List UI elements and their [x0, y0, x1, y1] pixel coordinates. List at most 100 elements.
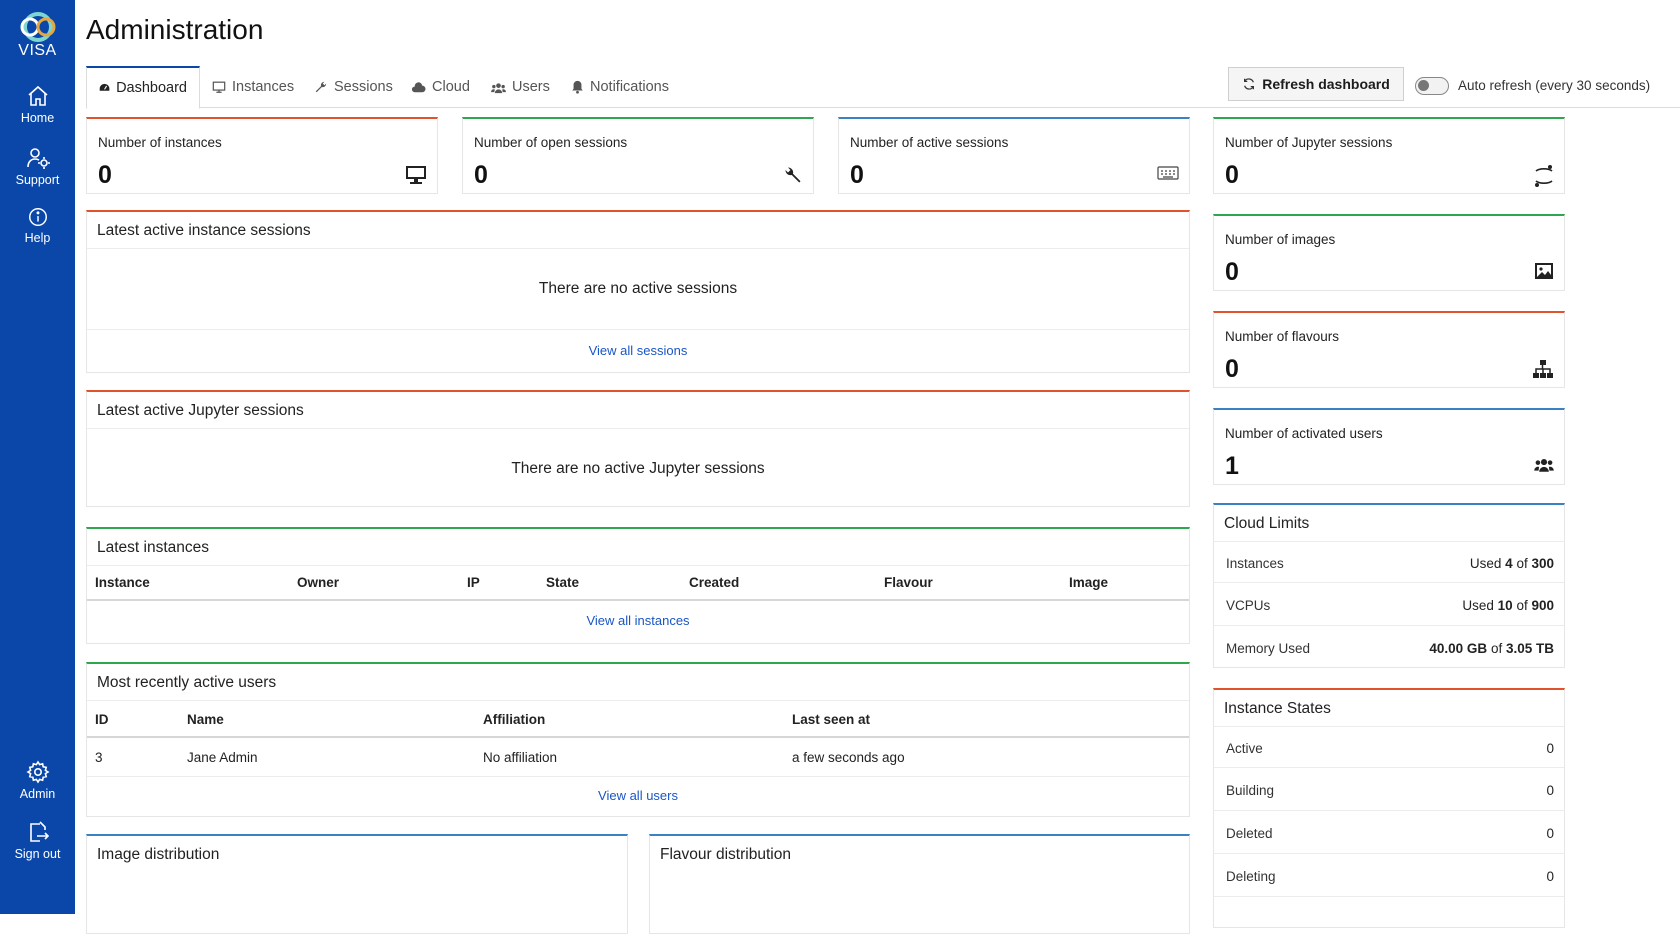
monitor-icon [406, 166, 426, 184]
view-all-users-link[interactable]: View all users [87, 788, 1189, 803]
column-header[interactable]: Instance [95, 575, 150, 590]
section-title: Latest active instance sessions [97, 222, 311, 239]
tab-notifications[interactable]: Notifications [559, 66, 681, 108]
of-word: of [1490, 641, 1503, 656]
auto-refresh-label: Auto refresh (every 30 seconds) [1458, 78, 1651, 93]
stat-card-images: Number of images 0 [1213, 214, 1565, 291]
sidebar-item-label: Admin [19, 787, 56, 801]
section-title: Latest active Jupyter sessions [97, 402, 304, 419]
jupyter-icon [1534, 165, 1553, 187]
cloud-limit-row: Memory Used 40.00 GB of 3.05 TB [1214, 627, 1564, 669]
instance-state-label: Deleting [1226, 869, 1276, 884]
instance-state-value: 0 [1546, 869, 1554, 884]
visa-logo[interactable]: VISA [0, 12, 75, 60]
column-header[interactable]: State [546, 575, 579, 590]
column-header[interactable]: Owner [297, 575, 339, 590]
used-value: 40.00 GB [1429, 641, 1488, 656]
tab-dashboard[interactable]: Dashboard [86, 66, 200, 109]
sign-out-icon [29, 821, 49, 842]
logo-text: VISA [18, 42, 57, 59]
tab-instances[interactable]: Instances [200, 66, 306, 108]
stat-value: 1 [1225, 452, 1239, 480]
refresh-dashboard-button[interactable]: Refresh dashboard [1228, 67, 1404, 101]
column-header[interactable]: Created [689, 575, 739, 590]
bell-icon [572, 80, 583, 94]
cloud-limit-label: Instances [1226, 556, 1284, 571]
sidebar-item-help[interactable]: Help [0, 206, 75, 245]
instance-state-label: Active [1226, 741, 1263, 756]
sidebar-item-support[interactable]: Support [0, 146, 75, 187]
sidebar-item-admin[interactable]: Admin [0, 760, 75, 801]
tab-label: Notifications [590, 79, 669, 95]
user-name: Jane Admin [187, 750, 258, 765]
image-icon [1535, 263, 1553, 279]
user-last-seen: a few seconds ago [792, 750, 905, 765]
tab-cloud[interactable]: Cloud [399, 66, 482, 108]
active-sessions-panel: Latest active instance sessions There ar… [86, 210, 1190, 373]
users-icon [491, 82, 506, 93]
divider [87, 776, 1189, 777]
instance-state-row: Building 0 [1214, 769, 1564, 811]
column-header[interactable]: ID [95, 712, 109, 727]
keyboard-icon [1157, 166, 1179, 180]
sidebar-item-sign-out[interactable]: Sign out [0, 820, 75, 861]
tab-sessions[interactable]: Sessions [302, 66, 405, 108]
tab-label: Users [512, 79, 550, 95]
column-header[interactable]: IP [467, 575, 480, 590]
flavour-distribution-panel: Flavour distribution [649, 834, 1190, 934]
cloud-limits-panel: Cloud Limits Instances Used 4 of 300 VCP… [1213, 503, 1565, 668]
column-header[interactable]: Last seen at [792, 712, 870, 727]
instance-states-panel: Instance States Active 0 Building 0 Dele… [1213, 688, 1565, 928]
stat-card-activated-users: Number of activated users 1 [1213, 408, 1565, 485]
stat-card-instances: Number of instances 0 [86, 117, 438, 194]
used-word: Used [1462, 598, 1494, 613]
stat-title: Number of images [1225, 232, 1336, 247]
monitor-icon [212, 81, 226, 93]
sidebar-item-home[interactable]: Home [0, 84, 75, 125]
latest-instances-panel: Latest instances Instance Owner IP State… [86, 527, 1190, 644]
used-word: Used [1469, 556, 1502, 571]
tab-users[interactable]: Users [479, 66, 562, 108]
tab-label: Cloud [432, 79, 470, 95]
empty-message: There are no active sessions [538, 280, 738, 297]
recent-users-panel: Most recently active users ID Name Affil… [86, 662, 1190, 817]
page-title: Administration [86, 14, 264, 45]
sidebar-item-label: Support [15, 173, 60, 187]
cloud-limit-value: Used 4 of 300 [1470, 556, 1554, 571]
divider [87, 700, 1189, 701]
stat-card-open-sessions: Number of open sessions 0 [462, 117, 814, 194]
table-header-rule [87, 599, 1189, 601]
column-header[interactable]: Flavour [884, 575, 933, 590]
instance-state-value: 0 [1546, 741, 1554, 756]
column-header[interactable]: Name [187, 712, 224, 727]
stat-card-jupyter-sessions: Number of Jupyter sessions 0 [1213, 117, 1565, 194]
auto-refresh-toggle[interactable] [1415, 77, 1449, 95]
users-icon [1534, 459, 1554, 472]
used-value: 4 [1505, 556, 1513, 571]
empty-message: There are no active Jupyter sessions [511, 460, 765, 477]
stat-title: Number of Jupyter sessions [1225, 135, 1393, 150]
column-header[interactable]: Image [1069, 575, 1108, 590]
divider [87, 428, 1189, 429]
view-all-instances-link[interactable]: View all instances [87, 613, 1189, 628]
tab-label: Dashboard [116, 80, 187, 96]
stat-title: Number of active sessions [850, 135, 1009, 150]
instance-state-row: Active 0 [1214, 726, 1564, 768]
visa-logo-icon [20, 12, 55, 42]
user-affiliation: No affiliation [483, 750, 558, 765]
tab-label: Instances [232, 79, 295, 95]
instance-state-label: Deleted [1226, 826, 1273, 841]
jupyter-sessions-panel: Latest active Jupyter sessions There are… [86, 390, 1190, 507]
stat-value: 0 [850, 161, 864, 189]
section-title: Flavour distribution [660, 846, 791, 863]
column-header[interactable]: Affiliation [483, 712, 545, 727]
view-all-sessions-link[interactable]: View all sessions [87, 343, 1189, 358]
section-title: Cloud Limits [1224, 515, 1310, 532]
of-word: of [1516, 598, 1528, 613]
sitemap-icon [1533, 360, 1553, 378]
instance-state-label: Building [1226, 783, 1275, 798]
stat-card-flavours: Number of flavours 0 [1213, 311, 1565, 388]
stat-value: 0 [1225, 355, 1239, 383]
dashboard-icon [99, 83, 110, 91]
divider [87, 329, 1189, 330]
